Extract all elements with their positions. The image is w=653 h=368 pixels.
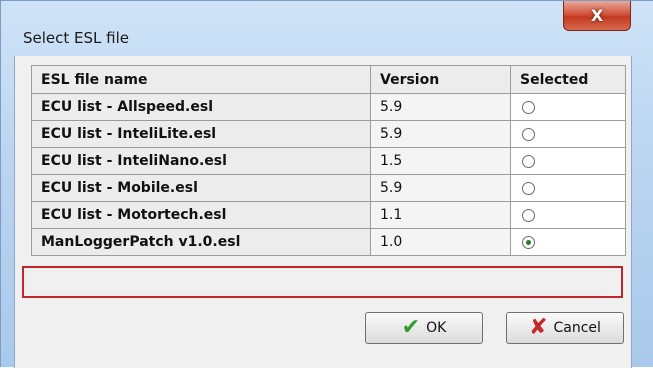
version-cell: 5.9	[370, 120, 511, 148]
window-title: Select ESL file	[23, 29, 130, 47]
column-header-version: Version	[370, 65, 511, 94]
close-button[interactable]: X	[563, 1, 631, 31]
x-cross-icon: ✘	[529, 315, 548, 340]
version-cell: 1.0	[370, 228, 511, 256]
file-name-cell: ECU list - InteliLite.esl	[31, 120, 371, 148]
radio-button[interactable]	[522, 154, 535, 168]
table-header-row: ESL file name Version Selected	[31, 65, 626, 94]
cancel-button[interactable]: ✘ Cancel	[506, 312, 624, 344]
checkmark-icon: ✔	[401, 315, 421, 340]
selected-cell	[510, 228, 626, 256]
radio-button[interactable]	[522, 127, 535, 141]
cancel-button-label: Cancel	[553, 320, 601, 336]
esl-file-table: ESL file name Version Selected ECU list …	[31, 65, 626, 256]
file-name-cell: ECU list - InteliNano.esl	[31, 147, 371, 175]
table-row[interactable]: ECU list - InteliNano.esl 1.5	[31, 147, 626, 175]
ok-button-label: OK	[426, 320, 447, 336]
version-cell: 1.5	[370, 147, 511, 175]
dialog-window: Select ESL file X ESL file name Version …	[0, 0, 653, 368]
file-name-cell: ECU list - Motortech.esl	[31, 201, 371, 229]
table-row[interactable]: ECU list - Motortech.esl 1.1	[31, 201, 626, 229]
column-header-selected: Selected	[510, 65, 626, 94]
table-row[interactable]: ECU list - Allspeed.esl 5.9	[31, 93, 626, 121]
version-cell: 5.9	[370, 174, 511, 202]
table-row-selected[interactable]: ManLoggerPatch v1.0.esl 1.0	[31, 228, 626, 256]
column-header-file-name: ESL file name	[31, 65, 371, 94]
selected-cell	[510, 201, 626, 229]
close-icon: X	[590, 6, 604, 25]
file-name-cell: ManLoggerPatch v1.0.esl	[31, 228, 371, 256]
file-name-cell: ECU list - Allspeed.esl	[31, 93, 371, 121]
version-cell: 5.9	[370, 93, 511, 121]
version-cell: 1.1	[370, 201, 511, 229]
selected-cell	[510, 147, 626, 175]
radio-button[interactable]	[522, 181, 535, 195]
selected-cell	[510, 174, 626, 202]
table-row[interactable]: ECU list - Mobile.esl 5.9	[31, 174, 626, 202]
table-row[interactable]: ECU list - InteliLite.esl 5.9	[31, 120, 626, 148]
selected-cell	[510, 120, 626, 148]
radio-button-selected[interactable]	[522, 235, 535, 249]
title-bar: Select ESL file X	[1, 1, 653, 47]
file-name-cell: ECU list - Mobile.esl	[31, 174, 371, 202]
ok-button[interactable]: ✔ OK	[365, 312, 483, 344]
radio-button[interactable]	[522, 208, 535, 222]
selected-cell	[510, 93, 626, 121]
radio-button[interactable]	[522, 100, 535, 114]
